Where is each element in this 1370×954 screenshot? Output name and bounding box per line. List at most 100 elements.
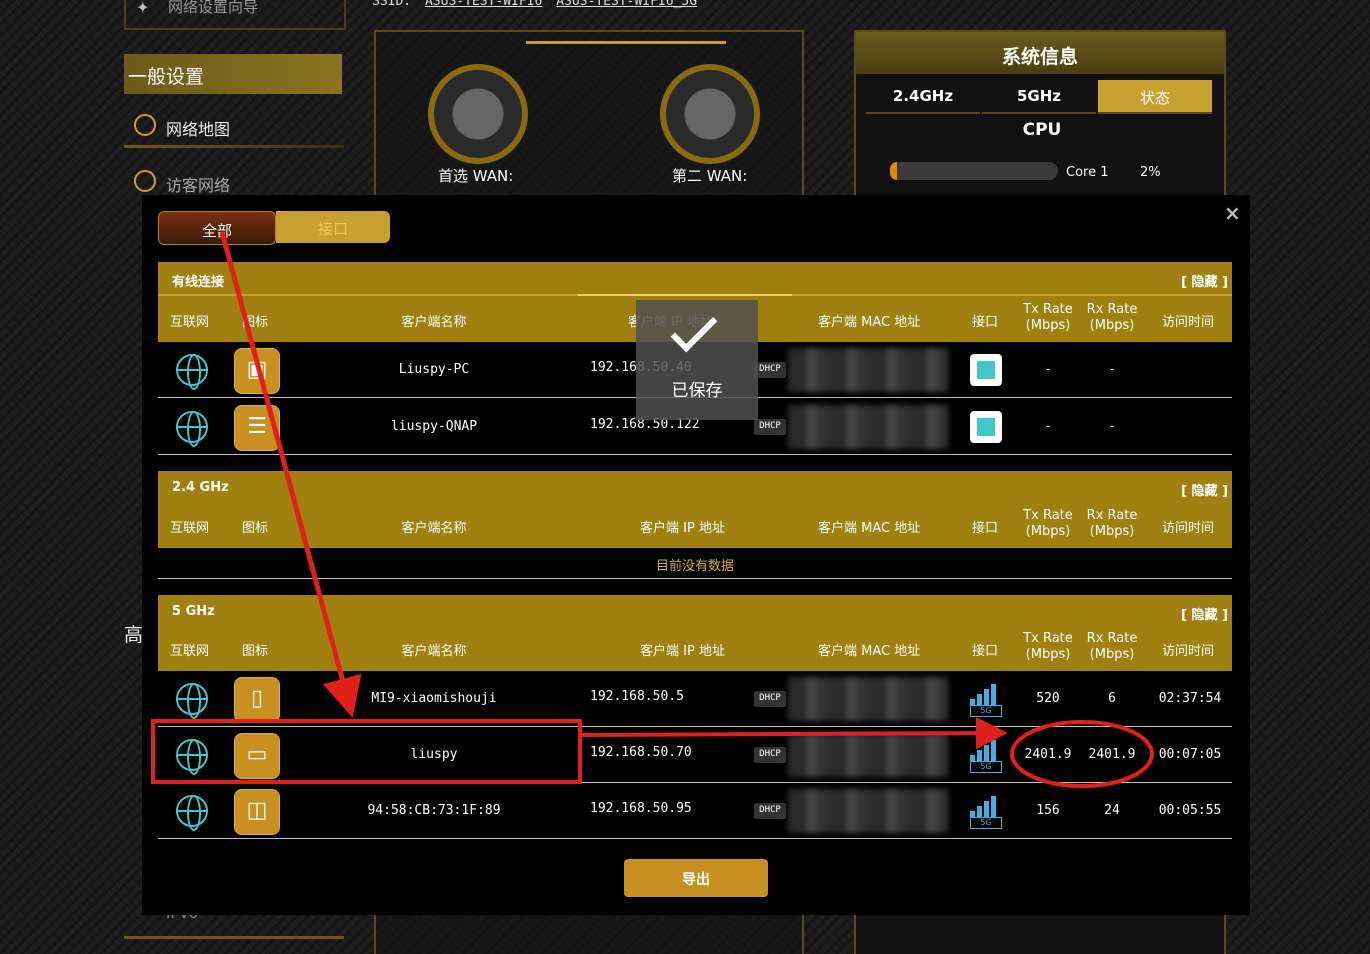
tab-interface[interactable]: 接口 <box>276 211 390 243</box>
sidebar-section-general: 一般设置 <box>124 54 342 94</box>
hide-section-link[interactable]: [ 隐藏 ] <box>1181 480 1228 499</box>
section-title: 2.4 GHz <box>172 480 229 495</box>
client-mac-redacted <box>788 677 948 721</box>
tx-rate: 156 <box>1036 803 1060 818</box>
tab-24ghz[interactable]: 2.4GHz <box>866 80 980 114</box>
dhcp-badge: DHCP <box>754 362 786 378</box>
col-tx[interactable]: Tx Rate (Mbps) <box>1020 302 1076 334</box>
access-time: 02:37:54 <box>1158 691 1222 706</box>
col-rx-line2: (Mbps) <box>1089 318 1135 333</box>
col-tx-line2: (Mbps) <box>1025 318 1071 333</box>
col-name[interactable]: 客户端名称 <box>344 517 524 536</box>
col-rx[interactable]: Rx Rate (Mbps) <box>1084 302 1140 334</box>
signal-bars <box>970 795 1002 817</box>
col-mac[interactable]: 客户端 MAC 地址 <box>818 517 920 536</box>
no-data-message: 目前没有数据 <box>158 547 1232 579</box>
cpu-title: CPU <box>1022 120 1062 140</box>
sidebar-item-network-map[interactable]: 网络地图 <box>124 104 346 148</box>
section-title: 5 GHz <box>172 604 215 619</box>
export-button[interactable]: 导出 <box>624 859 768 897</box>
secondary-wan-globe-icon[interactable] <box>660 64 760 164</box>
col-rx-line1: Rx Rate <box>1086 508 1138 523</box>
col-ip[interactable]: 客户端 IP 地址 <box>640 640 725 659</box>
column-header-row: 互联网 图标 客户端名称 客户端 IP 地址 客户端 MAC 地址 接口 Tx … <box>158 625 1232 671</box>
gamepad-icon[interactable]: ◫ <box>234 789 280 835</box>
hide-section-link[interactable]: [ 隐藏 ] <box>1181 271 1228 290</box>
cpu-core-usage: 2% <box>1140 165 1161 180</box>
cpu-usage-fill <box>890 162 897 180</box>
hide-section-link[interactable]: [ 隐藏 ] <box>1181 604 1228 623</box>
table-row[interactable]: ▯ MI9-xiaomishouji 192.168.50.5 DHCP 5G … <box>158 671 1232 727</box>
client-name[interactable]: liuspy-QNAP <box>344 419 524 434</box>
section-title: 有线连接 <box>172 275 225 290</box>
wifi-signal-icon: 5G <box>970 683 1002 717</box>
col-access-time[interactable]: 访问时间 <box>1162 517 1214 536</box>
client-name[interactable]: Liuspy-PC <box>344 362 524 377</box>
ssid-line: SSID: ASUS-TEST-WIFI6 ASUS-TEST-WIFI6_5G <box>372 0 697 9</box>
access-time: 00:05:55 <box>1158 803 1222 818</box>
rx-rate: 6 <box>1108 691 1116 706</box>
tab-all[interactable]: 全部 <box>158 211 276 245</box>
close-icon[interactable]: × <box>1224 201 1241 225</box>
col-access-time[interactable]: 访问时间 <box>1162 640 1214 659</box>
pc-icon[interactable]: ▣ <box>234 348 280 394</box>
col-tx-line1: Tx Rate <box>1023 631 1073 646</box>
panel-top-accent <box>526 30 726 44</box>
client-name[interactable]: 94:58:CB:73:1F:89 <box>344 803 524 818</box>
guest-network-icon <box>134 170 156 192</box>
col-rx[interactable]: Rx Rate (Mbps) <box>1084 508 1140 540</box>
col-mac[interactable]: 客户端 MAC 地址 <box>818 311 920 330</box>
table-row[interactable]: ▭ liuspy 192.168.50.70 DHCP 5G 2401.9 24… <box>158 727 1232 783</box>
section-5ghz-header: 5 GHz [ 隐藏 ] <box>158 595 1232 629</box>
col-name[interactable]: 客户端名称 <box>344 311 524 330</box>
col-tx-line1: Tx Rate <box>1023 302 1073 317</box>
monitor-icon[interactable]: ▭ <box>234 733 280 779</box>
col-access-time[interactable]: 访问时间 <box>1162 311 1214 330</box>
sidebar-item-wizard[interactable]: ✦ 网络设置向导 <box>124 0 346 30</box>
section-24ghz-header: 2.4 GHz [ 隐藏 ] <box>158 471 1232 505</box>
col-interface: 接口 <box>972 521 999 536</box>
primary-wan-globe-icon[interactable] <box>428 64 528 164</box>
client-name[interactable]: MI9-xiaomishouji <box>344 691 524 706</box>
col-icon: 图标 <box>242 644 269 659</box>
col-internet: 互联网 <box>170 644 210 659</box>
primary-wan-label: 首选 WAN: <box>438 167 514 185</box>
nas-icon[interactable]: ☰ <box>234 405 280 451</box>
col-interface: 接口 <box>972 644 999 659</box>
rx-rate: - <box>1108 362 1116 377</box>
client-name[interactable]: liuspy <box>344 747 524 762</box>
internet-globe-icon[interactable] <box>176 411 208 447</box>
client-mac-redacted <box>788 348 948 392</box>
system-info-tabs: 2.4GHz 5GHz 状态 <box>866 80 1212 114</box>
col-ip[interactable]: 客户端 IP 地址 <box>640 517 725 536</box>
tab-5ghz[interactable]: 5GHz <box>982 80 1096 114</box>
col-mac[interactable]: 客户端 MAC 地址 <box>818 640 920 659</box>
table-row[interactable]: ◫ 94:58:CB:73:1F:89 192.168.50.95 DHCP 5… <box>158 783 1232 839</box>
ethernet-icon <box>970 354 1002 386</box>
saved-toast: 已保存 <box>636 300 758 420</box>
rx-rate: 2401.9 <box>1088 747 1136 762</box>
ssid-5-link[interactable]: ASUS-TEST-WIFI6_5G <box>556 0 697 9</box>
internet-globe-icon[interactable] <box>176 683 208 719</box>
col-rx[interactable]: Rx Rate (Mbps) <box>1084 631 1140 663</box>
col-tx-line2: (Mbps) <box>1025 647 1071 662</box>
signal-bars <box>970 739 1002 761</box>
wifi-signal-icon: 5G <box>970 739 1002 773</box>
column-header-row: 互联网 图标 客户端名称 客户端 IP 地址 客户端 MAC 地址 接口 Tx … <box>158 502 1232 548</box>
dhcp-badge: DHCP <box>754 747 786 763</box>
phone-icon[interactable]: ▯ <box>234 677 280 723</box>
col-tx[interactable]: Tx Rate (Mbps) <box>1020 631 1076 663</box>
internet-globe-icon[interactable] <box>176 739 208 775</box>
internet-globe-icon[interactable] <box>176 354 208 390</box>
tab-status[interactable]: 状态 <box>1098 80 1212 114</box>
system-info-title: 系统信息 <box>856 32 1224 74</box>
client-mac-redacted <box>788 789 948 833</box>
internet-globe-icon[interactable] <box>176 795 208 831</box>
rx-rate: - <box>1108 419 1116 434</box>
col-internet: 互联网 <box>170 521 210 536</box>
col-rx-line1: Rx Rate <box>1086 631 1138 646</box>
signal-bars <box>970 683 1002 705</box>
col-name[interactable]: 客户端名称 <box>344 640 524 659</box>
col-tx[interactable]: Tx Rate (Mbps) <box>1020 508 1076 540</box>
ssid-24-link[interactable]: ASUS-TEST-WIFI6 <box>425 0 542 9</box>
